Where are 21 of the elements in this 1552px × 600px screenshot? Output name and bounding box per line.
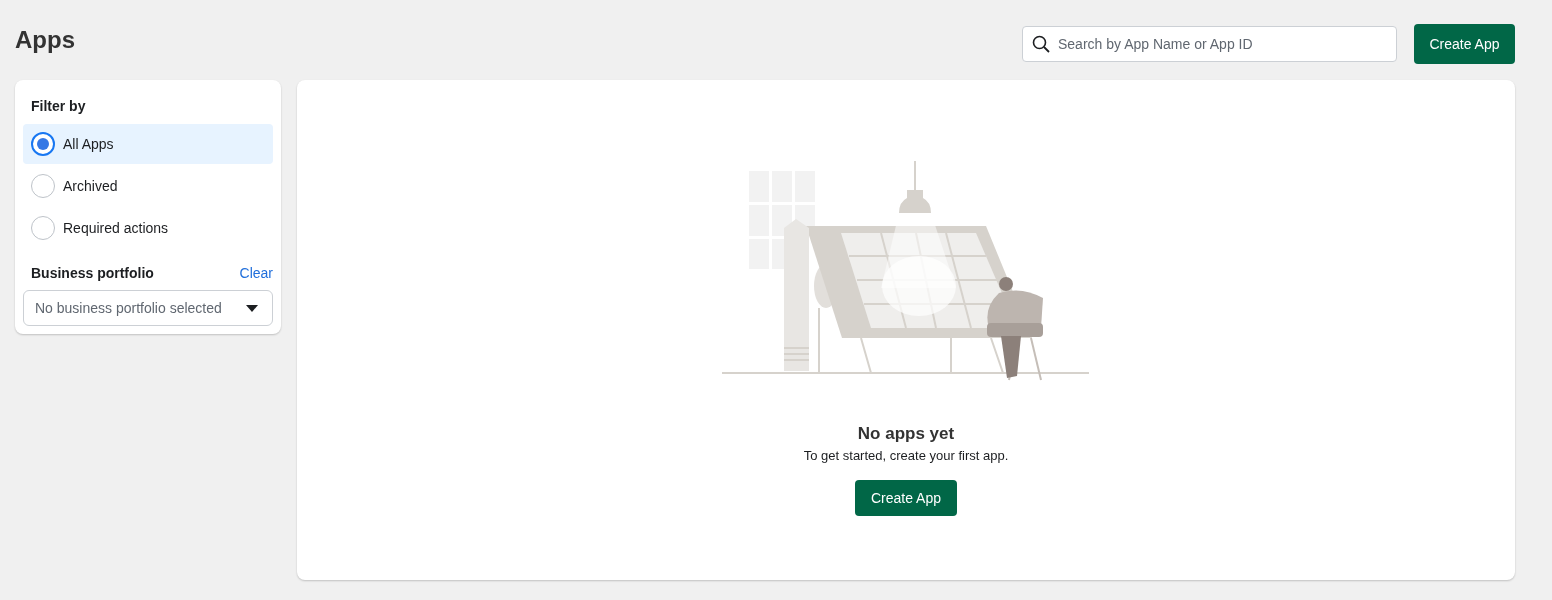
search-field[interactable]: Search by App Name or App ID (1022, 26, 1397, 62)
portfolio-dropdown[interactable]: No business portfolio selected (23, 290, 273, 326)
option-label: All Apps (63, 136, 114, 152)
radio-button[interactable] (31, 216, 55, 240)
filter-option[interactable]: All Apps (23, 124, 273, 164)
filter-heading: Filter by (30, 98, 87, 116)
page-title: Apps (15, 26, 75, 54)
radio-button[interactable] (31, 132, 55, 156)
search-icon (1032, 35, 1050, 53)
filter-option[interactable]: Archived (23, 166, 273, 206)
radio-button[interactable] (31, 174, 55, 198)
caret-icon (246, 304, 258, 312)
filter-option[interactable]: Required actions (23, 208, 273, 248)
option-label: Required actions (63, 220, 169, 236)
clear-link[interactable]: Clear (239, 265, 273, 281)
empty-state-subtitle: To get started, create your first app. (803, 448, 1009, 463)
create-app-button[interactable]: Create App (1414, 24, 1515, 64)
empty-state-title: No apps yet (857, 424, 955, 444)
create-app-button[interactable]: Create App (855, 480, 957, 516)
option-label: Archived (63, 178, 118, 194)
portfolio-heading: Business portfolio (31, 265, 154, 281)
